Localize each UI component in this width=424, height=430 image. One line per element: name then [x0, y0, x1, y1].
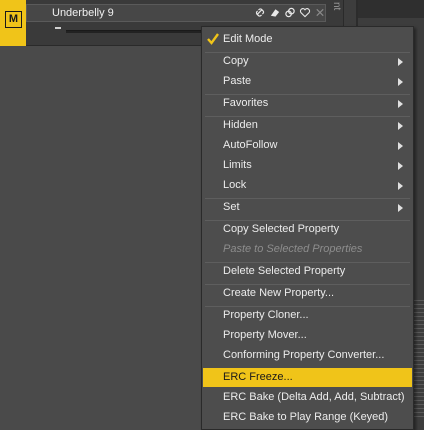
- right-panel-header: [358, 0, 424, 18]
- menu-item-paste[interactable]: Paste: [203, 72, 412, 91]
- menu-item-copy[interactable]: Copy: [203, 52, 412, 71]
- menu-item-copy-selected-property[interactable]: Copy Selected Property: [203, 220, 412, 239]
- menu-item-favorites[interactable]: Favorites: [203, 94, 412, 113]
- menu-item-label: Property Mover...: [223, 329, 307, 341]
- submenu-arrow-icon: [398, 182, 403, 190]
- slider-minus-mark: [55, 27, 61, 29]
- selected-indicator: M: [0, 0, 26, 46]
- menu-item-label: Copy: [223, 55, 249, 67]
- side-tab[interactable]: nt: [326, 0, 344, 26]
- menu-item-set[interactable]: Set: [203, 198, 412, 217]
- menu-item-limits[interactable]: Limits: [203, 156, 412, 175]
- menu-item-hidden[interactable]: Hidden: [203, 116, 412, 135]
- menu-item-label: Favorites: [223, 97, 269, 109]
- context-menu: Edit Mode Copy Paste Favorites Hidden Au…: [201, 26, 414, 430]
- menu-item-erc-freeze[interactable]: ERC Freeze...: [203, 368, 412, 387]
- submenu-arrow-icon: [398, 142, 403, 150]
- menu-item-label: Paste to Selected Properties: [223, 243, 363, 255]
- menu-item-autofollow[interactable]: AutoFollow: [203, 136, 412, 155]
- menu-item-conforming-property-converter[interactable]: Conforming Property Converter...: [203, 346, 412, 365]
- menu-item-label: Create New Property...: [223, 287, 335, 299]
- menu-item-delete-selected-property[interactable]: Delete Selected Property: [203, 262, 412, 281]
- submenu-arrow-icon: [398, 122, 403, 130]
- submenu-arrow-icon: [398, 58, 403, 66]
- menu-item-label: Paste: [223, 75, 252, 87]
- menu-item-label: Limits: [223, 159, 252, 171]
- submenu-arrow-icon: [398, 100, 403, 108]
- menu-item-lock[interactable]: Lock: [203, 176, 412, 195]
- menu-item-create-new-property[interactable]: Create New Property...: [203, 284, 412, 303]
- close-icon[interactable]: [314, 6, 326, 19]
- menu-item-property-cloner[interactable]: Property Cloner...: [203, 306, 412, 325]
- property-icon-group: [254, 6, 326, 20]
- menu-item-label: AutoFollow: [223, 139, 278, 151]
- submenu-arrow-icon: [398, 78, 403, 86]
- eraser-icon[interactable]: [269, 6, 281, 19]
- side-tab-label: nt: [331, 2, 342, 11]
- menu-item-label: ERC Bake to Play Range (Keyed): [223, 411, 389, 423]
- submenu-arrow-icon: [398, 162, 403, 170]
- menu-item-label: Copy Selected Property: [223, 223, 340, 235]
- property-name: Underbelly 9: [52, 7, 114, 19]
- menu-item-erc-bake-to-play-range[interactable]: ERC Bake to Play Range (Keyed): [203, 408, 412, 427]
- menu-item-label: Edit Mode: [223, 33, 273, 45]
- menu-item-label: Delete Selected Property: [223, 265, 346, 277]
- link-icon[interactable]: [254, 6, 266, 19]
- menu-item-edit-mode[interactable]: Edit Mode: [203, 30, 412, 49]
- menu-item-label: ERC Bake (Delta Add, Add, Subtract): [223, 391, 405, 403]
- menu-item-label: ERC Freeze...: [223, 371, 293, 383]
- menu-item-label: Lock: [223, 179, 247, 191]
- property-slider[interactable]: [66, 30, 206, 33]
- modifier-badge: M: [5, 11, 22, 28]
- submenu-arrow-icon: [398, 204, 403, 212]
- menu-item-label: Property Cloner...: [223, 309, 309, 321]
- menu-item-label: Hidden: [223, 119, 258, 131]
- heart-icon[interactable]: [299, 6, 311, 19]
- menu-item-erc-bake[interactable]: ERC Bake (Delta Add, Add, Subtract): [203, 388, 412, 407]
- menu-item-label: Set: [223, 201, 240, 213]
- chain-link-icon[interactable]: [284, 6, 296, 19]
- checkmark-icon: [207, 33, 219, 45]
- menu-item-paste-to-selected-properties: Paste to Selected Properties: [203, 240, 412, 259]
- menu-item-property-mover[interactable]: Property Mover...: [203, 326, 412, 345]
- menu-item-label: Conforming Property Converter...: [223, 349, 385, 361]
